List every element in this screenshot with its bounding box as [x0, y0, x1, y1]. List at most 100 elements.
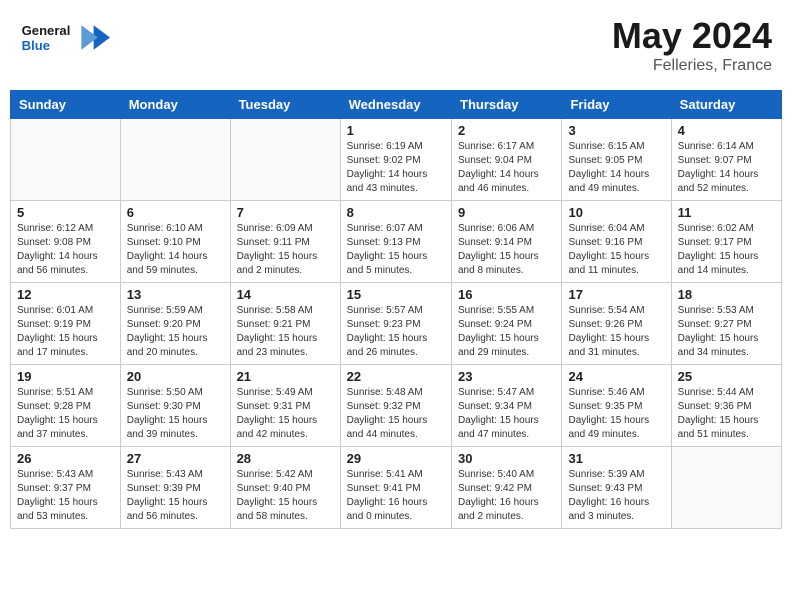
day-number: 8 [347, 205, 445, 220]
day-number: 12 [17, 287, 114, 302]
table-row: 8 Sunrise: 6:07 AM Sunset: 9:13 PM Daylig… [340, 201, 451, 283]
table-row: 22 Sunrise: 5:48 AM Sunset: 9:32 PM Dayli… [340, 365, 451, 447]
svg-text:General: General [22, 23, 71, 38]
day-number: 6 [127, 205, 224, 220]
day-info: Sunrise: 6:09 AM Sunset: 9:11 PM Dayligh… [237, 222, 334, 278]
day-number: 28 [237, 451, 334, 466]
day-info: Sunrise: 5:59 AM Sunset: 9:20 PM Dayligh… [127, 304, 224, 360]
day-info: Sunrise: 6:04 AM Sunset: 9:16 PM Dayligh… [568, 222, 664, 278]
day-number: 3 [568, 123, 664, 138]
table-row: 5Sunrise: 6:12 AM Sunset: 9:08 PM Daylig… [11, 201, 121, 283]
day-number: 17 [568, 287, 664, 302]
day-info: Sunrise: 6:01 AM Sunset: 9:19 PM Dayligh… [17, 304, 114, 360]
calendar-header-row: Sunday Monday Tuesday Wednesday Thursday… [11, 91, 782, 119]
col-tuesday: Tuesday [230, 91, 340, 119]
day-info: Sunrise: 5:51 AM Sunset: 9:28 PM Dayligh… [17, 386, 114, 442]
page-header: General Blue May 2024 Felleries, France [10, 10, 782, 80]
calendar-table: Sunday Monday Tuesday Wednesday Thursday… [10, 90, 782, 529]
day-number: 19 [17, 369, 114, 384]
table-row [671, 447, 781, 529]
day-info: Sunrise: 5:57 AM Sunset: 9:23 PM Dayligh… [347, 304, 445, 360]
day-info: Sunrise: 6:15 AM Sunset: 9:05 PM Dayligh… [568, 140, 664, 196]
table-row: 21 Sunrise: 5:49 AM Sunset: 9:31 PM Dayli… [230, 365, 340, 447]
day-number: 25 [678, 369, 775, 384]
col-thursday: Thursday [452, 91, 562, 119]
day-info: Sunrise: 5:41 AM Sunset: 9:41 PM Dayligh… [347, 468, 445, 524]
day-number: 23 [458, 369, 555, 384]
table-row: 28 Sunrise: 5:42 AM Sunset: 9:40 PM Dayli… [230, 447, 340, 529]
logo-svg: General Blue [20, 15, 110, 60]
table-row [230, 119, 340, 201]
day-number: 24 [568, 369, 664, 384]
day-info: Sunrise: 5:39 AM Sunset: 9:43 PM Dayligh… [568, 468, 664, 524]
table-row: 18 Sunrise: 5:53 AM Sunset: 9:27 PM Dayli… [671, 283, 781, 365]
day-info: Sunrise: 5:40 AM Sunset: 9:42 PM Dayligh… [458, 468, 555, 524]
calendar-week-row: 19 Sunrise: 5:51 AM Sunset: 9:28 PM Dayli… [11, 365, 782, 447]
table-row: 27Sunrise: 5:43 AM Sunset: 9:39 PM Dayli… [120, 447, 230, 529]
day-info: Sunrise: 5:48 AM Sunset: 9:32 PM Dayligh… [347, 386, 445, 442]
calendar-week-row: 5Sunrise: 6:12 AM Sunset: 9:08 PM Daylig… [11, 201, 782, 283]
day-info: Sunrise: 6:07 AM Sunset: 9:13 PM Dayligh… [347, 222, 445, 278]
day-info: Sunrise: 5:43 AM Sunset: 9:39 PM Dayligh… [127, 468, 224, 524]
day-number: 26 [17, 451, 114, 466]
table-row: 3 Sunrise: 6:15 AM Sunset: 9:05 PM Daylig… [562, 119, 671, 201]
day-number: 4 [678, 123, 775, 138]
table-row: 12 Sunrise: 6:01 AM Sunset: 9:19 PM Dayli… [11, 283, 121, 365]
table-row: 20Sunrise: 5:50 AM Sunset: 9:30 PM Dayli… [120, 365, 230, 447]
table-row: 2 Sunrise: 6:17 AM Sunset: 9:04 PM Daylig… [452, 119, 562, 201]
day-info: Sunrise: 5:42 AM Sunset: 9:40 PM Dayligh… [237, 468, 334, 524]
day-info: Sunrise: 6:12 AM Sunset: 9:08 PM Dayligh… [17, 222, 114, 278]
day-number: 2 [458, 123, 555, 138]
col-friday: Friday [562, 91, 671, 119]
day-info: Sunrise: 6:10 AM Sunset: 9:10 PM Dayligh… [127, 222, 224, 278]
day-info: Sunrise: 6:14 AM Sunset: 9:07 PM Dayligh… [678, 140, 775, 196]
day-info: Sunrise: 5:54 AM Sunset: 9:26 PM Dayligh… [568, 304, 664, 360]
col-wednesday: Wednesday [340, 91, 451, 119]
col-sunday: Sunday [11, 91, 121, 119]
table-row: 10Sunrise: 6:04 AM Sunset: 9:16 PM Dayli… [562, 201, 671, 283]
day-info: Sunrise: 5:46 AM Sunset: 9:35 PM Dayligh… [568, 386, 664, 442]
day-number: 30 [458, 451, 555, 466]
table-row: 26Sunrise: 5:43 AM Sunset: 9:37 PM Dayli… [11, 447, 121, 529]
table-row: 23Sunrise: 5:47 AM Sunset: 9:34 PM Dayli… [452, 365, 562, 447]
col-monday: Monday [120, 91, 230, 119]
calendar-week-row: 26Sunrise: 5:43 AM Sunset: 9:37 PM Dayli… [11, 447, 782, 529]
day-number: 11 [678, 205, 775, 220]
day-number: 31 [568, 451, 664, 466]
day-info: Sunrise: 6:06 AM Sunset: 9:14 PM Dayligh… [458, 222, 555, 278]
day-number: 21 [237, 369, 334, 384]
day-number: 22 [347, 369, 445, 384]
table-row: 11 Sunrise: 6:02 AM Sunset: 9:17 PM Dayli… [671, 201, 781, 283]
title-block: May 2024 Felleries, France [612, 15, 772, 75]
table-row: 16 Sunrise: 5:55 AM Sunset: 9:24 PM Dayli… [452, 283, 562, 365]
logo: General Blue [20, 15, 110, 60]
calendar-week-row: 1Sunrise: 6:19 AM Sunset: 9:02 PM Daylig… [11, 119, 782, 201]
day-number: 16 [458, 287, 555, 302]
day-info: Sunrise: 5:58 AM Sunset: 9:21 PM Dayligh… [237, 304, 334, 360]
day-info: Sunrise: 5:49 AM Sunset: 9:31 PM Dayligh… [237, 386, 334, 442]
table-row: 29 Sunrise: 5:41 AM Sunset: 9:41 PM Dayli… [340, 447, 451, 529]
day-number: 18 [678, 287, 775, 302]
day-number: 14 [237, 287, 334, 302]
day-number: 7 [237, 205, 334, 220]
day-number: 9 [458, 205, 555, 220]
table-row: 30 Sunrise: 5:40 AM Sunset: 9:42 PM Dayli… [452, 447, 562, 529]
day-info: Sunrise: 6:17 AM Sunset: 9:04 PM Dayligh… [458, 140, 555, 196]
svg-text:Blue: Blue [22, 38, 50, 53]
col-saturday: Saturday [671, 91, 781, 119]
day-info: Sunrise: 5:44 AM Sunset: 9:36 PM Dayligh… [678, 386, 775, 442]
day-number: 15 [347, 287, 445, 302]
table-row [11, 119, 121, 201]
table-row: 9 Sunrise: 6:06 AM Sunset: 9:14 PM Daylig… [452, 201, 562, 283]
calendar-week-row: 12 Sunrise: 6:01 AM Sunset: 9:19 PM Dayli… [11, 283, 782, 365]
calendar-location: Felleries, France [612, 57, 772, 75]
day-info: Sunrise: 5:55 AM Sunset: 9:24 PM Dayligh… [458, 304, 555, 360]
day-info: Sunrise: 5:53 AM Sunset: 9:27 PM Dayligh… [678, 304, 775, 360]
day-number: 29 [347, 451, 445, 466]
day-info: Sunrise: 6:02 AM Sunset: 9:17 PM Dayligh… [678, 222, 775, 278]
table-row: 4 Sunrise: 6:14 AM Sunset: 9:07 PM Daylig… [671, 119, 781, 201]
table-row: 17 Sunrise: 5:54 AM Sunset: 9:26 PM Dayli… [562, 283, 671, 365]
table-row: 31 Sunrise: 5:39 AM Sunset: 9:43 PM Dayli… [562, 447, 671, 529]
table-row: 25 Sunrise: 5:44 AM Sunset: 9:36 PM Dayli… [671, 365, 781, 447]
table-row: 15 Sunrise: 5:57 AM Sunset: 9:23 PM Dayli… [340, 283, 451, 365]
